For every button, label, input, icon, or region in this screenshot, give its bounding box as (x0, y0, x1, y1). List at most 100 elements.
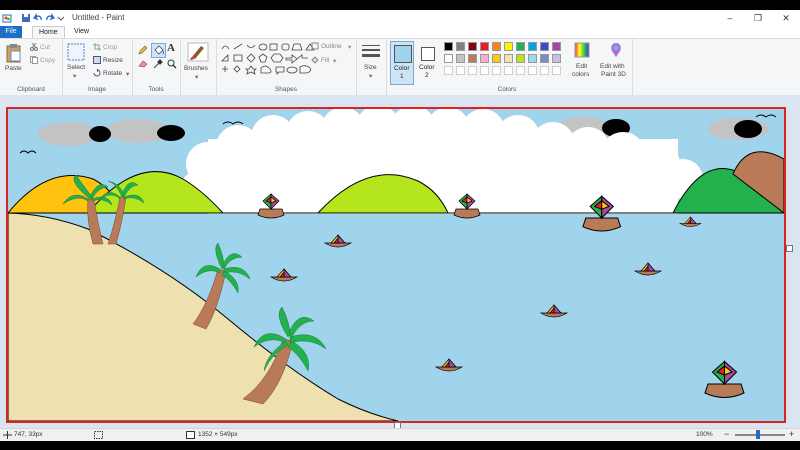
clipboard-group-label: Clipboard (17, 86, 45, 93)
select-button[interactable]: Select (67, 64, 85, 71)
palette-swatch[interactable] (552, 42, 561, 51)
tools-group: A Tools (132, 39, 181, 95)
custom-color-slot[interactable] (492, 66, 501, 75)
fill-with-color-icon[interactable] (151, 43, 166, 58)
custom-color-slot[interactable] (540, 66, 549, 75)
custom-color-slot[interactable] (516, 66, 525, 75)
magnifier-icon[interactable] (167, 59, 177, 71)
zoom-slider[interactable] (735, 434, 785, 436)
text-icon[interactable]: A (167, 42, 175, 54)
custom-color-slot[interactable] (528, 66, 537, 75)
color-selectors: Color 1 Color 2 (386, 39, 442, 95)
custom-color-slot[interactable] (456, 66, 465, 75)
maximize-button[interactable]: ❐ (744, 10, 772, 26)
brushes-button[interactable]: Brushes (184, 65, 208, 72)
palette-swatch[interactable] (468, 42, 477, 51)
select-icon[interactable] (67, 43, 85, 63)
colors-group-label: Colors (497, 86, 517, 93)
pencil-icon[interactable] (138, 45, 148, 57)
palette-swatch[interactable] (540, 42, 549, 51)
edit-colors-icon[interactable] (574, 42, 590, 60)
fill-button[interactable]: Fill (321, 57, 329, 64)
edit-colors-label-2[interactable]: colors (572, 71, 589, 78)
paint3d-icon[interactable] (608, 42, 624, 60)
close-button[interactable]: ✕ (772, 10, 800, 26)
customize-qat-icon[interactable] (57, 13, 66, 22)
palette-swatch[interactable] (444, 54, 453, 63)
palette-swatch[interactable] (492, 54, 501, 63)
paint3d-label[interactable]: Edit with (600, 63, 625, 70)
color2-number: 2 (425, 72, 429, 79)
fill-dropdown-icon[interactable]: ▾ (333, 57, 336, 65)
color1-selector[interactable]: Color 1 (390, 41, 414, 85)
palette-swatch[interactable] (468, 54, 477, 63)
undo-icon[interactable] (32, 12, 42, 22)
shapes-group-label: Shapes (274, 86, 298, 93)
palette-swatch[interactable] (504, 54, 513, 63)
cut-icon (30, 42, 38, 53)
copy-button[interactable]: Copy (40, 57, 55, 64)
size-button[interactable]: Size (364, 64, 377, 71)
palette-swatch[interactable] (540, 54, 549, 63)
brushes-icon[interactable] (187, 42, 209, 64)
palette-swatch[interactable] (504, 42, 513, 51)
zoom-out-button[interactable]: − (724, 429, 729, 439)
colors-group: Edit colors Edit with Paint 3D Colors (442, 39, 633, 95)
edit-colors-label[interactable]: Edit (576, 63, 587, 70)
custom-color-slot[interactable] (468, 66, 477, 75)
cut-button[interactable]: Cut (40, 44, 50, 51)
drawing-canvas[interactable] (6, 107, 786, 423)
custom-color-slot[interactable] (444, 66, 453, 75)
palette-swatch[interactable] (528, 42, 537, 51)
palette-swatch[interactable] (516, 42, 525, 51)
size-dropdown-icon[interactable]: ▾ (369, 72, 372, 80)
resize-button[interactable]: Resize (103, 57, 123, 64)
palette-swatch[interactable] (492, 42, 501, 51)
rotate-icon (93, 68, 101, 79)
color2-selector[interactable]: Color 2 (416, 41, 438, 83)
palette-swatch[interactable] (456, 54, 465, 63)
canvas-resize-handle-right[interactable] (786, 245, 793, 252)
palette-swatch[interactable] (528, 54, 537, 63)
ribbon-tabs: File Home View (0, 26, 800, 39)
image-group: Select ▾ Crop Resize Rotate ▾ Image (62, 39, 133, 95)
eraser-icon[interactable] (138, 60, 148, 70)
zoom-in-button[interactable]: + (789, 429, 794, 439)
rotate-button[interactable]: Rotate (103, 70, 122, 77)
palette-swatch[interactable] (444, 42, 453, 51)
outline-dropdown-icon[interactable]: ▾ (348, 43, 351, 51)
custom-color-slot[interactable] (552, 66, 561, 75)
select-dropdown-icon[interactable]: ▾ (73, 72, 76, 80)
palette-swatch[interactable] (480, 42, 489, 51)
paint3d-label-2[interactable]: Paint 3D (601, 71, 626, 78)
redo-icon[interactable] (45, 12, 56, 22)
palette-swatch[interactable] (456, 42, 465, 51)
fill-icon (311, 56, 319, 66)
tab-file[interactable]: File (0, 26, 22, 38)
paste-button[interactable]: Paste (5, 65, 22, 72)
zoom-slider-thumb[interactable] (756, 430, 760, 439)
tab-view[interactable]: View (68, 26, 95, 38)
minimize-button[interactable]: – (716, 10, 744, 26)
save-icon[interactable] (21, 13, 30, 22)
brushes-dropdown-icon[interactable]: ▾ (195, 73, 198, 81)
paint-window: Untitled - Paint – ❐ ✕ File Home View Pa… (0, 10, 800, 441)
resize-icon (93, 56, 101, 66)
clipboard-group: Paste Cut Copy Clipboard (0, 39, 63, 95)
custom-color-slot[interactable] (480, 66, 489, 75)
paste-icon[interactable] (6, 43, 22, 65)
custom-color-slot[interactable] (504, 66, 513, 75)
palette-swatch[interactable] (552, 54, 561, 63)
rotate-dropdown-icon[interactable]: ▾ (126, 70, 129, 78)
canvas-size: 1352 × 549px (198, 431, 238, 438)
color2-swatch (421, 47, 435, 61)
palette-swatch[interactable] (480, 54, 489, 63)
palette-swatch[interactable] (516, 54, 525, 63)
size-icon[interactable] (362, 45, 380, 63)
color-picker-icon[interactable] (153, 59, 163, 71)
outline-button[interactable]: Outline (321, 43, 342, 50)
crop-button[interactable]: Crop (103, 44, 117, 51)
qat-separator (14, 13, 18, 22)
brushes-group: Brushes ▾ (180, 39, 217, 95)
shapes-gallery[interactable] (220, 42, 320, 80)
